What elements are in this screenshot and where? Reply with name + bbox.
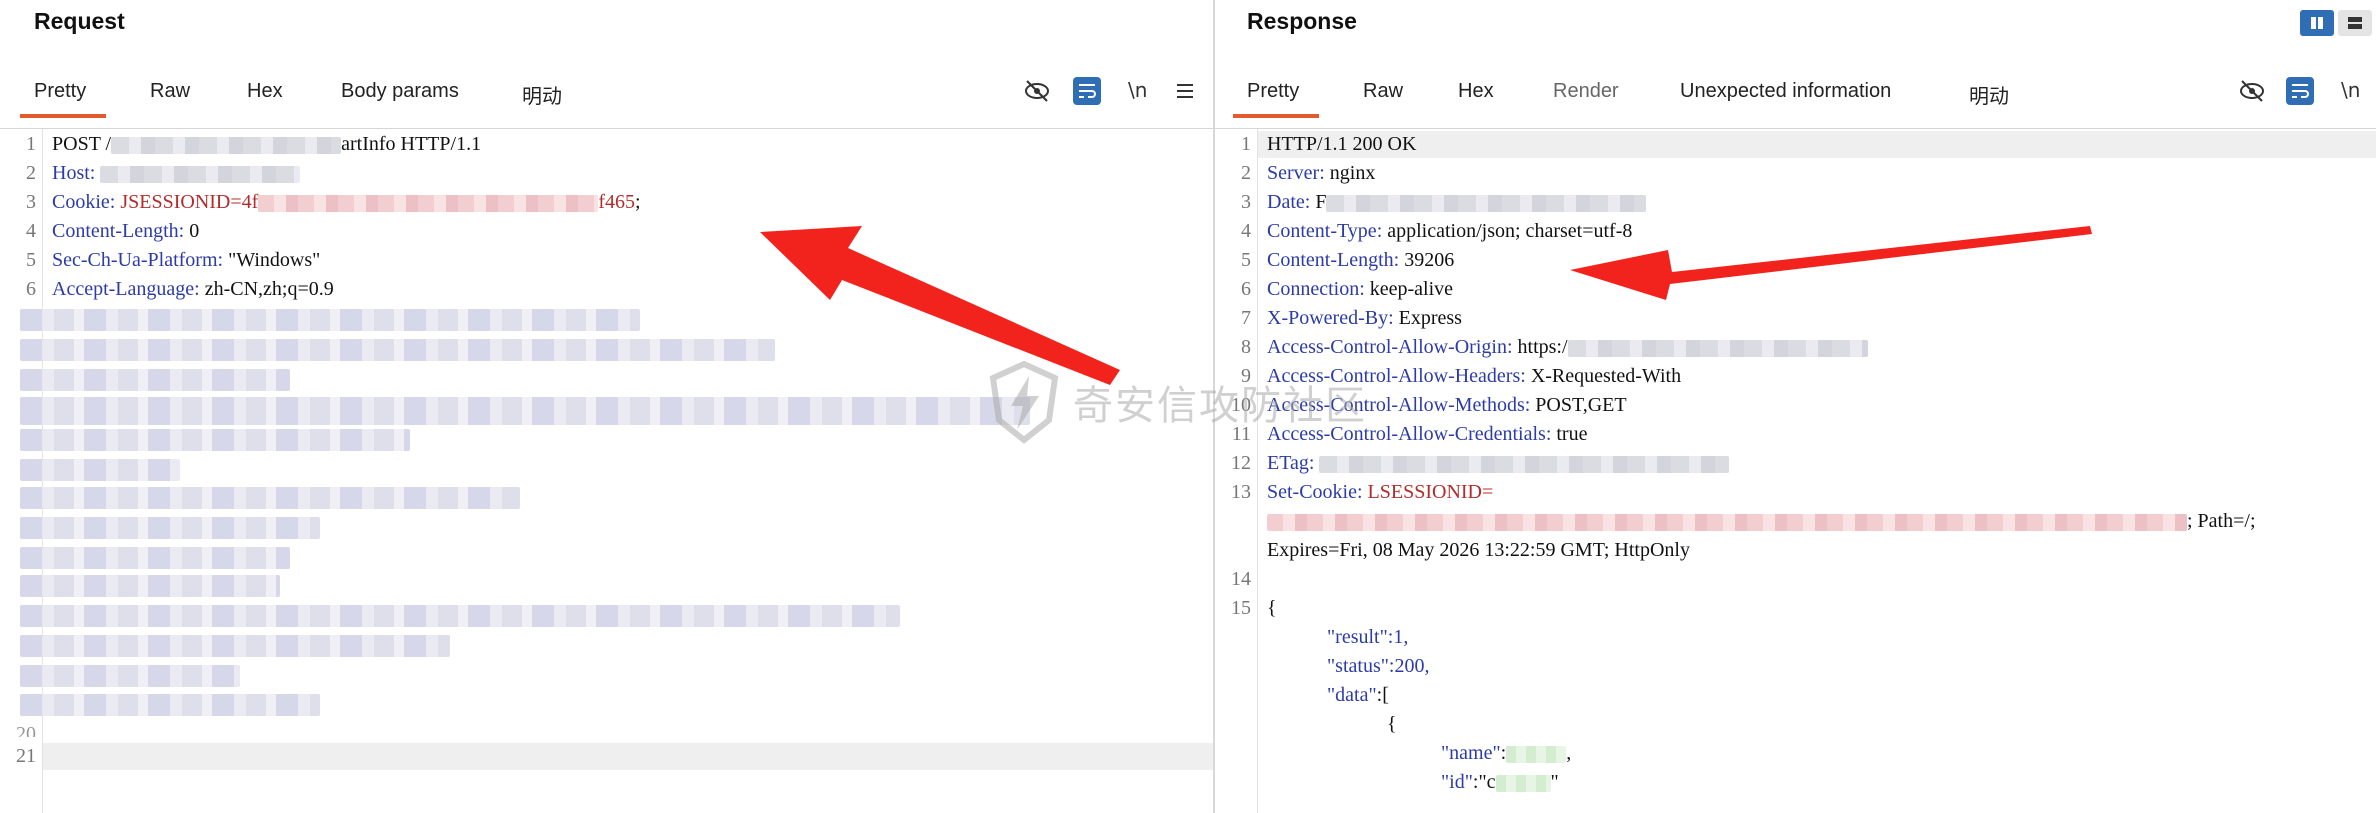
hide-icon[interactable]: [1022, 76, 1052, 106]
line-number: 1: [1241, 133, 1251, 155]
set-cookie-value: ; Path=/;: [1267, 510, 2256, 533]
line-number: 3: [1241, 191, 1251, 213]
line-number: 7: [1241, 307, 1251, 329]
line-number: 6: [1241, 278, 1251, 300]
json-result: "result":1,: [1327, 626, 1409, 648]
line-number: 20: [16, 723, 36, 737]
header-etag: ETag:: [1267, 452, 1730, 475]
redacted-line: [20, 665, 240, 687]
header-accept-language: Accept-Language: zh-CN,zh;q=0.9: [52, 278, 334, 300]
line-number: 21: [16, 745, 36, 767]
current-line-highlight: [1258, 131, 2376, 158]
redacted-line: [20, 459, 180, 481]
redacted-line: [20, 547, 290, 569]
line-number: 14: [1231, 568, 1251, 590]
line-number: 4: [1241, 220, 1251, 242]
request-editor[interactable]: 1 POST / artInfo HTTP/1.1 2 Host: 3 Cooki…: [0, 129, 1213, 813]
tab-hex[interactable]: Hex: [247, 80, 283, 117]
header-acao: Access-Control-Allow-Origin: https:/: [1267, 336, 1868, 359]
header-acah: Access-Control-Allow-Headers: X-Requeste…: [1267, 365, 1682, 387]
line-number: 3: [26, 191, 36, 213]
tab-raw[interactable]: Raw: [150, 80, 190, 117]
tab-pretty[interactable]: Pretty: [19, 80, 107, 118]
tab-pretty[interactable]: Pretty: [1232, 80, 1320, 118]
split-view-button[interactable]: [2300, 10, 2334, 36]
redacted-line: [20, 517, 320, 539]
tab-extension[interactable]: 明动: [522, 80, 562, 123]
header-acam: Access-Control-Allow-Methods: POST,GET: [1267, 394, 1627, 416]
redacted-line: [20, 369, 290, 391]
redacted-line: [20, 605, 900, 627]
line-number: 4: [26, 220, 36, 242]
line-number: 8: [1241, 336, 1251, 358]
header-server: Server: nginx: [1267, 162, 1376, 184]
line-number: 2: [1241, 162, 1251, 184]
header-content-type: Content-Type: application/json; charset=…: [1267, 220, 1633, 242]
header-host: Host:: [52, 162, 301, 185]
json-object-open: {: [1387, 713, 1397, 735]
request-pane: Request Pretty Raw Hex Body params 明动 \n…: [0, 0, 1215, 813]
response-pane: Response Pretty Raw Hex Render Unexpecte…: [1215, 0, 2376, 813]
request-line: POST / artInfo HTTP/1.1: [52, 133, 482, 155]
line-number: 15: [1231, 597, 1251, 619]
json-data: "data":[: [1327, 684, 1389, 706]
wrap-lines-icon[interactable]: [1072, 76, 1102, 106]
stacked-view-button[interactable]: [2338, 10, 2372, 36]
redacted-line: [20, 635, 450, 657]
json-id: "id":"c ": [1441, 771, 1559, 793]
header-connection: Connection: keep-alive: [1267, 278, 1454, 300]
line-number: 1: [26, 133, 36, 155]
line-number: 5: [26, 249, 36, 271]
response-title: Response: [1247, 8, 1357, 34]
tab-render[interactable]: Render: [1553, 80, 1619, 117]
newline-toggle[interactable]: \n: [2341, 78, 2371, 108]
set-cookie-expires: Expires=Fri, 08 May 2026 13:22:59 GMT; H…: [1267, 539, 1690, 561]
line-number: 12: [1231, 452, 1251, 474]
line-number: 5: [1241, 249, 1251, 271]
json-open-brace: {: [1267, 597, 1277, 619]
header-cookie: Cookie: JSESSIONID=4f f465;: [52, 191, 641, 213]
line-number: 2: [26, 162, 36, 184]
tab-extension[interactable]: 明动: [1969, 80, 2009, 123]
header-powered-by: X-Powered-By: Express: [1267, 307, 1462, 329]
redacted-line: [20, 397, 1030, 425]
status-line: HTTP/1.1 200 OK: [1267, 133, 1417, 155]
hide-icon[interactable]: [2237, 76, 2267, 106]
header-set-cookie: Set-Cookie: LSESSIONID=: [1267, 481, 1494, 503]
wrap-lines-icon[interactable]: [2285, 76, 2315, 106]
tab-hex[interactable]: Hex: [1458, 80, 1494, 117]
repeater-frame: Request Pretty Raw Hex Body params 明动 \n…: [0, 0, 2376, 813]
header-content-length: Content-Length: 39206: [1267, 249, 1455, 271]
header-content-length: Content-Length: 0: [52, 220, 200, 242]
newline-toggle[interactable]: \n: [1128, 78, 1158, 108]
response-editor[interactable]: 1 HTTP/1.1 200 OK 2 Server: nginx 3 Date…: [1215, 129, 2376, 813]
tab-unexpected-information[interactable]: Unexpected information: [1680, 80, 1891, 117]
header-platform: Sec-Ch-Ua-Platform: "Windows": [52, 249, 321, 271]
response-tabs: Pretty Raw Hex Render Unexpected informa…: [1215, 66, 2376, 129]
redacted-line: [20, 694, 320, 716]
tab-raw[interactable]: Raw: [1363, 80, 1403, 117]
header-acac: Access-Control-Allow-Credentials: true: [1267, 423, 1588, 445]
redacted-line: [20, 575, 280, 597]
header-date: Date: F: [1267, 191, 1647, 214]
request-title: Request: [34, 8, 125, 34]
layout-toggle: [2296, 10, 2372, 36]
tab-body-params[interactable]: Body params: [341, 80, 459, 117]
json-status: "status":200,: [1327, 655, 1430, 677]
line-number: 6: [26, 278, 36, 300]
menu-icon[interactable]: [1170, 76, 1200, 106]
line-number: 11: [1231, 423, 1251, 445]
line-number: 9: [1241, 365, 1251, 387]
line-number: 13: [1231, 481, 1251, 503]
redacted-line: [20, 429, 410, 451]
current-line-highlight: [43, 743, 1213, 770]
redacted-line: [20, 487, 520, 509]
redacted-line: [20, 339, 775, 361]
redacted-line: [20, 309, 640, 331]
json-name: "name":,: [1441, 742, 1572, 764]
line-number: 10: [1231, 394, 1251, 416]
